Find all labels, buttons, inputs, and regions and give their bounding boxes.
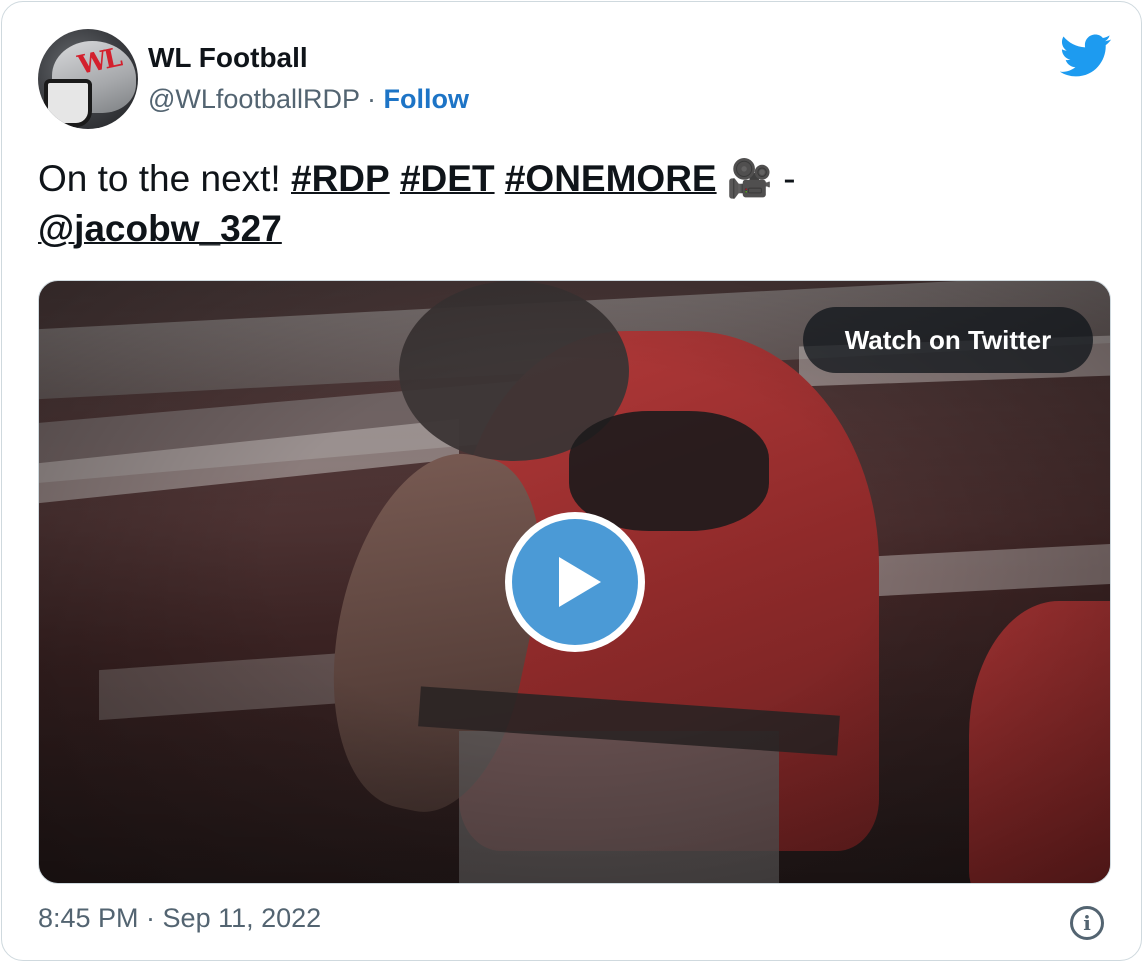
hashtag-rdp[interactable]: #RDP — [291, 158, 390, 199]
movie-camera-icon: 🎥 — [726, 158, 773, 199]
author-name[interactable]: WL Football — [148, 42, 308, 74]
tweet-text: On to the next! #RDP #DET #ONEMORE 🎥 - @… — [38, 154, 1098, 254]
tweet-text-start: On to the next! — [38, 158, 281, 199]
helmet-facemask — [44, 79, 92, 127]
hashtag-det[interactable]: #DET — [400, 158, 495, 199]
handle-row: @WLfootballRDP · Follow — [148, 84, 469, 115]
play-button-circle — [512, 519, 638, 645]
watch-on-twitter-button[interactable]: Watch on Twitter — [803, 307, 1093, 373]
separator: · — [367, 84, 377, 114]
video-thumbnail[interactable]: Watch on Twitter — [38, 280, 1111, 884]
play-button[interactable] — [505, 512, 645, 652]
info-icon[interactable]: i — [1070, 906, 1104, 940]
tweet-timestamp[interactable]: 8:45 PM · Sep 11, 2022 — [38, 903, 321, 934]
twitter-bird-icon[interactable] — [1060, 34, 1112, 78]
hashtag-onemore[interactable]: #ONEMORE — [505, 158, 717, 199]
author-handle[interactable]: @WLfootballRDP — [148, 84, 360, 114]
tweet-card: WL WL Football @WLfootballRDP · Follow O… — [1, 1, 1142, 961]
follow-button[interactable]: Follow — [384, 84, 469, 114]
mention-link[interactable]: @jacobw_327 — [38, 208, 282, 249]
play-icon — [559, 557, 601, 607]
dash: - — [783, 158, 796, 199]
avatar[interactable]: WL — [38, 29, 138, 129]
